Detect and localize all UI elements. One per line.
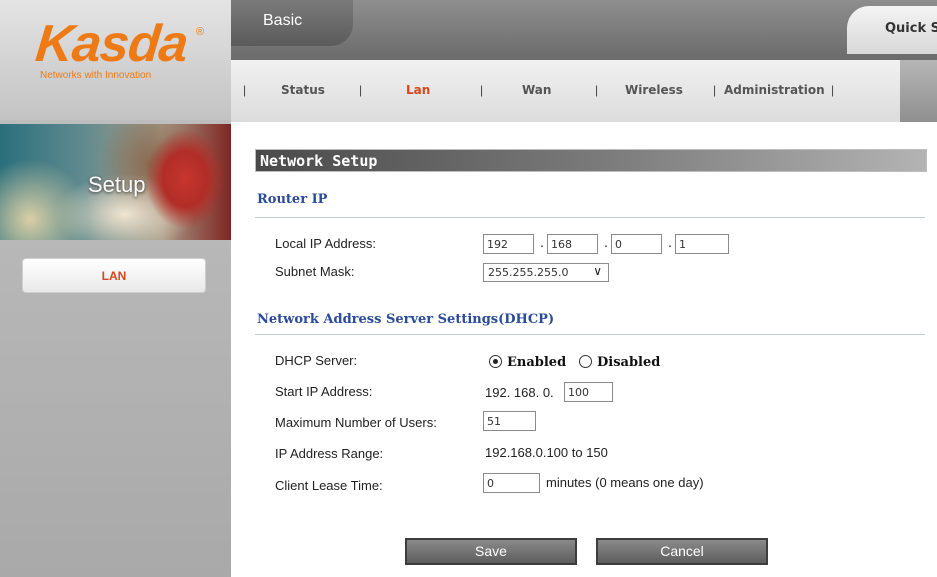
section-title: Network Setup — [260, 152, 378, 170]
registered-mark: ® — [196, 26, 205, 38]
tab-basic[interactable]: Basic — [231, 0, 353, 46]
dhcp-heading: Network Address Server Settings(DHCP) — [257, 312, 555, 327]
chevron-down-icon: ∨ — [593, 264, 602, 278]
lease-time-label: Client Lease Time: — [275, 478, 383, 493]
nav-item-wireless[interactable]: Wireless — [625, 83, 683, 97]
local-ip-octet-3[interactable] — [611, 234, 662, 254]
lease-time-unit: minutes (0 means one day) — [546, 475, 704, 490]
sidebar-item-lan[interactable]: LAN — [22, 258, 206, 293]
local-ip-octet-2[interactable] — [547, 234, 598, 254]
divider — [255, 217, 925, 218]
router-ip-heading: Router IP — [257, 192, 328, 207]
save-button[interactable]: Save — [405, 538, 577, 565]
logo-tagline: Networks with Innovation — [40, 70, 152, 81]
cancel-button[interactable]: Cancel — [596, 538, 768, 565]
tab-quick-setup-label: Quick S — [885, 21, 937, 36]
setup-banner-title: Setup — [88, 172, 146, 197]
nav-item-lan[interactable]: Lan — [406, 83, 430, 97]
dhcp-enabled-label: Enabled — [507, 355, 567, 370]
dhcp-server-label: DHCP Server: — [275, 353, 358, 368]
nav-item-wan[interactable]: Wan — [522, 83, 551, 97]
nav-separator: | — [831, 83, 835, 97]
nav-item-administration[interactable]: Administration — [724, 83, 825, 97]
local-ip-octet-4[interactable] — [675, 234, 729, 254]
dhcp-enabled-radio[interactable] — [489, 355, 502, 368]
local-ip-label: Local IP Address: — [275, 236, 376, 251]
subnet-mask-value: 255.255.255.0 — [488, 266, 569, 279]
start-ip-input[interactable] — [564, 382, 613, 402]
ip-dot: . — [604, 234, 608, 250]
section-header: Network Setup — [255, 149, 927, 172]
max-users-input[interactable] — [483, 411, 536, 431]
nav-separator: | — [480, 83, 484, 97]
lease-time-input[interactable] — [483, 473, 540, 493]
divider — [255, 334, 925, 335]
start-ip-label: Start IP Address: — [275, 384, 373, 399]
tab-basic-label: Basic — [263, 12, 303, 29]
subnet-mask-select[interactable]: 255.255.255.0 ∨ — [483, 263, 609, 282]
ip-range-value: 192.168.0.100 to 150 — [485, 445, 608, 460]
ip-dot: . — [540, 234, 544, 250]
subnet-mask-label: Subnet Mask: — [275, 264, 355, 279]
brand-logo: Kasda ® Networks with Innovation — [0, 0, 231, 120]
tab-quick-setup[interactable]: Quick S — [847, 6, 937, 54]
local-ip-octet-1[interactable] — [483, 234, 534, 254]
nav-separator: | — [713, 83, 717, 97]
nav-item-status[interactable]: Status — [281, 83, 325, 97]
start-ip-prefix: 192. 168. 0. — [485, 385, 554, 400]
main-content — [231, 122, 937, 577]
sub-navigation-edge — [900, 60, 937, 122]
ip-dot: . — [668, 234, 672, 250]
nav-separator: | — [359, 83, 363, 97]
ip-range-label: IP Address Range: — [275, 446, 384, 461]
dhcp-disabled-label: Disabled — [597, 355, 661, 370]
dhcp-disabled-radio[interactable] — [579, 355, 592, 368]
logo-wordmark: Kasda — [32, 15, 191, 73]
nav-separator: | — [595, 83, 599, 97]
max-users-label: Maximum Number of Users: — [275, 415, 437, 430]
nav-separator: | — [243, 83, 247, 97]
